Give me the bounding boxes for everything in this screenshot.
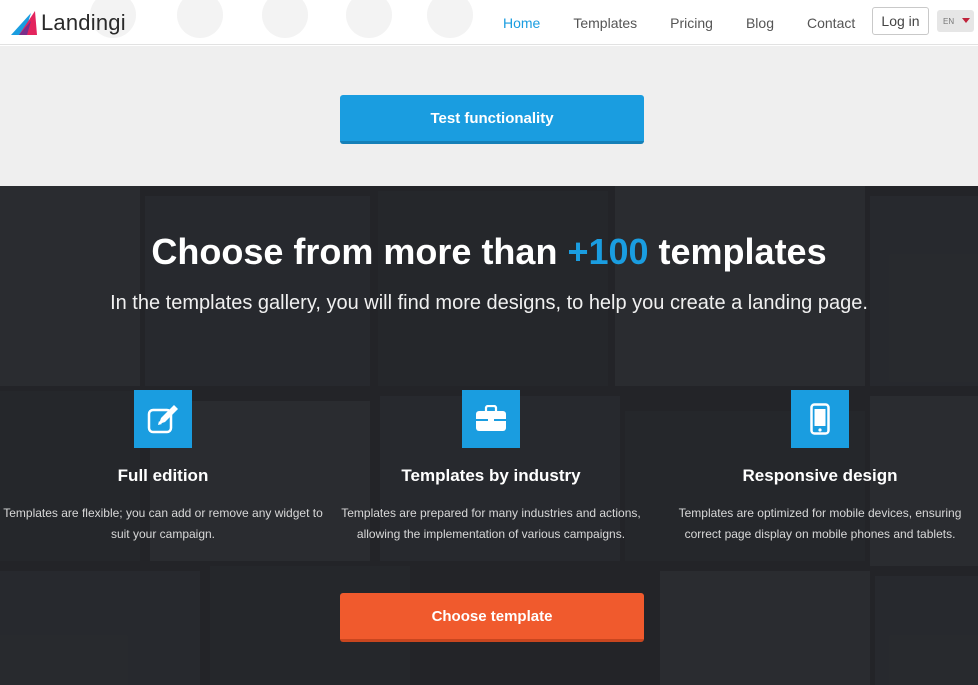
briefcase-icon xyxy=(462,390,520,448)
feature-title: Templates by industry xyxy=(401,466,581,485)
feature-responsive-design: Responsive design Templates are optimize… xyxy=(660,390,978,545)
nav-pricing[interactable]: Pricing xyxy=(670,15,713,31)
feature-title: Full edition xyxy=(117,466,209,485)
choose-template-button[interactable]: Choose template xyxy=(340,593,644,642)
nav-home[interactable]: Home xyxy=(503,15,540,31)
landingi-logo[interactable]: Landingi xyxy=(11,9,126,37)
logo-text: Landingi xyxy=(41,10,126,35)
feature-description: Templates are optimized for mobile devic… xyxy=(678,506,962,541)
nav-templates[interactable]: Templates xyxy=(573,15,637,31)
test-functionality-button[interactable]: Test functionality xyxy=(340,95,644,144)
feature-description: Templates are flexible; you can add or r… xyxy=(3,506,323,541)
site-header: Landingi Home Templates Pricing Blog Con… xyxy=(0,0,978,45)
dropdown-arrow-icon xyxy=(962,18,970,23)
language-selector[interactable]: EN xyxy=(937,10,974,32)
login-button[interactable]: Log in xyxy=(872,7,929,35)
language-label: EN xyxy=(943,16,955,26)
main-nav: Home Templates Pricing Blog Contact xyxy=(503,0,888,45)
headline-prefix: Choose from more than xyxy=(151,231,568,272)
feature-templates-by-industry: Templates by industry Templates are prep… xyxy=(331,390,651,545)
feature-description: Templates are prepared for many industri… xyxy=(341,506,641,541)
mobile-phone-icon xyxy=(791,390,849,448)
templates-headline: Choose from more than +100 templates xyxy=(0,231,978,273)
nav-contact[interactable]: Contact xyxy=(807,15,855,31)
templates-section: Choose from more than +100 templates In … xyxy=(0,186,978,685)
templates-subheadline: In the templates gallery, you will find … xyxy=(110,292,868,314)
header-background-icons xyxy=(80,0,500,45)
feature-full-edition: Full edition Templates are flexible; you… xyxy=(3,390,323,545)
headline-suffix: templates xyxy=(648,231,827,272)
logo-icon xyxy=(11,11,37,35)
headline-accent-count: +100 xyxy=(567,231,649,272)
feature-title: Responsive design xyxy=(742,466,898,485)
nav-blog[interactable]: Blog xyxy=(746,15,774,31)
edit-icon xyxy=(134,390,192,448)
